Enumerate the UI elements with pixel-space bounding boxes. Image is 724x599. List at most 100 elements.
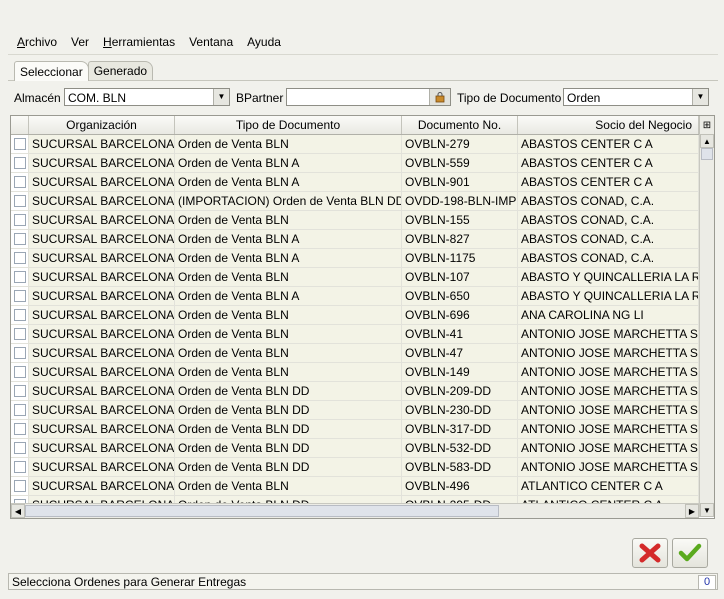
cell-socio-negocio: ABASTOS CONAD, C.A.: [518, 249, 699, 267]
menu-archivo[interactable]: Archivo: [17, 35, 57, 49]
row-select-cell[interactable]: [11, 306, 29, 324]
row-select-cell[interactable]: [11, 192, 29, 210]
chevron-down-icon[interactable]: ▼: [213, 89, 229, 105]
almacen-value: COM. BLN: [68, 91, 127, 105]
scroll-up-icon[interactable]: ▲: [700, 134, 714, 148]
cell-tipo-documento: Orden de Venta BLN DD: [175, 439, 402, 457]
row-select-cell[interactable]: [11, 363, 29, 381]
header-select[interactable]: [11, 116, 29, 134]
cell-organizacion: SUCURSAL BARCELONA: [29, 439, 175, 457]
table-row[interactable]: SUCURSAL BARCELONAOrden de Venta BLN DDO…: [11, 439, 699, 458]
cell-tipo-documento: Orden de Venta BLN: [175, 268, 402, 286]
row-checkbox[interactable]: [13, 157, 26, 169]
row-checkbox[interactable]: [13, 404, 26, 416]
tab-seleccionar[interactable]: Seleccionar: [14, 61, 89, 81]
row-checkbox[interactable]: [13, 461, 26, 473]
menu-ver[interactable]: Ver: [71, 35, 89, 49]
row-checkbox[interactable]: [13, 252, 26, 264]
row-select-cell[interactable]: [11, 458, 29, 476]
row-select-cell[interactable]: [11, 344, 29, 362]
row-select-cell[interactable]: [11, 287, 29, 305]
table-row[interactable]: SUCURSAL BARCELONA Orden de Venta BLN A OV…: [11, 154, 699, 173]
row-checkbox[interactable]: [13, 423, 26, 435]
horizontal-scrollbar[interactable]: ◀ ▶: [11, 503, 699, 518]
scroll-thumb[interactable]: [701, 148, 713, 160]
row-select-cell[interactable]: [11, 154, 29, 172]
row-checkbox[interactable]: [13, 138, 26, 150]
row-select-cell[interactable]: [11, 135, 29, 153]
cell-documento-no: OVBLN-650: [402, 287, 518, 305]
row-checkbox[interactable]: [13, 366, 26, 378]
hscroll-thumb[interactable]: [25, 505, 499, 517]
menu-herramientas[interactable]: Herramientas: [103, 35, 175, 49]
tipo-documento-combo[interactable]: Orden ▼: [563, 88, 709, 106]
scroll-left-icon[interactable]: ◀: [11, 504, 25, 518]
row-select-cell[interactable]: [11, 230, 29, 248]
table-row[interactable]: SUCURSAL BARCELONA Orden de Venta BLN OVBL…: [11, 344, 699, 363]
table-row[interactable]: SUCURSAL BARCELONAOrden de Venta BLN DDO…: [11, 420, 699, 439]
table-row[interactable]: SUCURSAL BARCELONAOrden de Venta BLN DDO…: [11, 382, 699, 401]
table-row[interactable]: SUCURSAL BARCELONA Orden de Venta BLN OVBL…: [11, 211, 699, 230]
row-select-cell[interactable]: [11, 477, 29, 495]
scroll-down-icon[interactable]: ▼: [700, 503, 714, 517]
row-select-cell[interactable]: [11, 249, 29, 267]
cell-tipo-documento: Orden de Venta BLN DD: [175, 382, 402, 400]
row-select-cell[interactable]: [11, 420, 29, 438]
table-row[interactable]: SUCURSAL BARCELONA (IMPORTACION) Orden de…: [11, 192, 699, 211]
row-select-cell[interactable]: [11, 439, 29, 457]
cell-organizacion: SUCURSAL BARCELONA: [29, 192, 175, 210]
row-checkbox[interactable]: [13, 176, 26, 188]
cell-organizacion: SUCURSAL BARCELONA: [29, 154, 175, 172]
column-control-icon[interactable]: ⊞: [699, 116, 714, 134]
cell-socio-negocio: ANTONIO JOSE MARCHETTA SAL: [518, 439, 699, 457]
chevron-down-icon[interactable]: ▼: [692, 89, 708, 105]
table-row[interactable]: SUCURSAL BARCELONA Orden de Venta BLN A OV…: [11, 230, 699, 249]
row-select-cell[interactable]: [11, 211, 29, 229]
table-row[interactable]: SUCURSAL BARCELONA Orden de Venta BLN OVBL…: [11, 306, 699, 325]
tab-generado[interactable]: Generado: [87, 61, 154, 80]
cancel-button[interactable]: [632, 538, 668, 568]
table-row[interactable]: SUCURSAL BARCELONA Orden de Venta BLN OVBL…: [11, 363, 699, 382]
table-row[interactable]: SUCURSAL BARCELONA Orden de Venta BLN A OV…: [11, 173, 699, 192]
row-select-cell[interactable]: [11, 173, 29, 191]
table-row[interactable]: SUCURSAL BARCELONA Orden de Venta BLN A OV…: [11, 249, 699, 268]
table-row[interactable]: SUCURSAL BARCELONA Orden de Venta BLN OVBL…: [11, 268, 699, 287]
cell-socio-negocio: ABASTO Y QUINCALLERIA LA RIQ: [518, 287, 699, 305]
table-row[interactable]: SUCURSAL BARCELONA Orden de Venta BLN A OV…: [11, 287, 699, 306]
table-row[interactable]: SUCURSAL BARCELONA Orden de Venta BLN OVBL…: [11, 325, 699, 344]
header-tipo-documento[interactable]: Tipo de Documento: [175, 116, 402, 134]
header-socio-negocio[interactable]: Socio del Negocio: [518, 116, 699, 134]
row-select-cell[interactable]: [11, 382, 29, 400]
row-checkbox[interactable]: [13, 385, 26, 397]
row-checkbox[interactable]: [13, 480, 26, 492]
table-row[interactable]: SUCURSAL BARCELONA Orden de Venta BLN OVBL…: [11, 135, 699, 154]
row-checkbox[interactable]: [13, 214, 26, 226]
row-checkbox[interactable]: [13, 442, 26, 454]
selection-count: 0: [698, 575, 716, 590]
menu-ventana[interactable]: Ventana: [189, 35, 233, 49]
row-checkbox[interactable]: [13, 347, 26, 359]
header-documento-no[interactable]: Documento No.: [402, 116, 518, 134]
header-organizacion[interactable]: Organización: [29, 116, 175, 134]
row-checkbox[interactable]: [13, 233, 26, 245]
almacen-combo[interactable]: COM. BLN ▼: [64, 88, 230, 106]
table-row[interactable]: SUCURSAL BARCELONAOrden de Venta BLN DDO…: [11, 458, 699, 477]
row-checkbox[interactable]: [13, 309, 26, 321]
ok-button[interactable]: [672, 538, 708, 568]
row-select-cell[interactable]: [11, 268, 29, 286]
scroll-right-icon[interactable]: ▶: [685, 504, 699, 518]
row-select-cell[interactable]: [11, 325, 29, 343]
table-row[interactable]: SUCURSAL BARCELONA Orden de Venta BLN OVBL…: [11, 477, 699, 496]
row-checkbox[interactable]: [13, 290, 26, 302]
menu-ayuda[interactable]: Ayuda: [247, 35, 281, 49]
row-checkbox[interactable]: [13, 328, 26, 340]
row-checkbox[interactable]: [13, 271, 26, 283]
vertical-scrollbar[interactable]: ▲ ▼: [699, 134, 714, 517]
row-checkbox[interactable]: [13, 195, 26, 207]
row-select-cell[interactable]: [11, 401, 29, 419]
table-row[interactable]: SUCURSAL BARCELONAOrden de Venta BLN DDO…: [11, 401, 699, 420]
cell-documento-no: OVBLN-901: [402, 173, 518, 191]
lookup-icon[interactable]: [429, 89, 450, 105]
cell-socio-negocio: ANTONIO JOSE MARCHETTA SAL: [518, 344, 699, 362]
bpartner-field[interactable]: [286, 88, 451, 106]
